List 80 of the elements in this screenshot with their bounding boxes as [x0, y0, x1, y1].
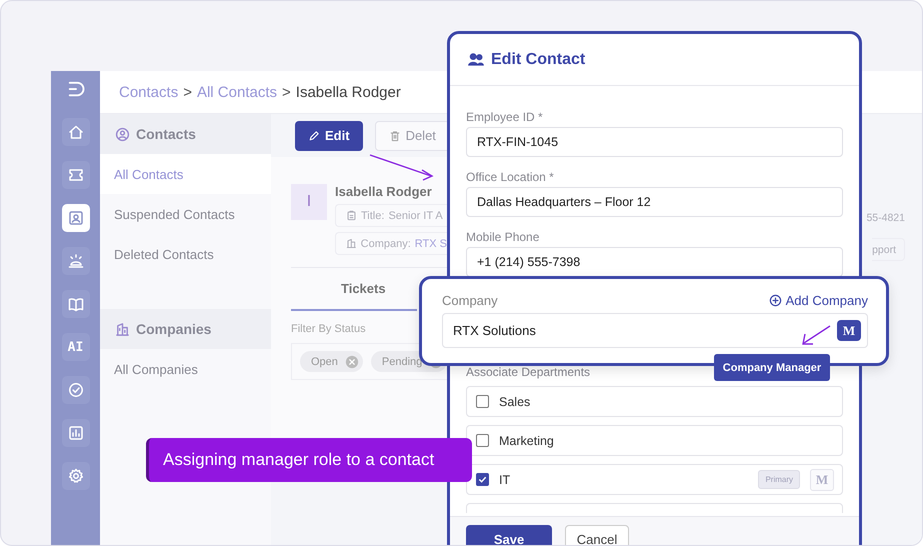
- settings-icon: [68, 468, 84, 484]
- info-label: Company:: [360, 238, 411, 250]
- department-row[interactable]: Marketing: [466, 425, 843, 456]
- rail-button[interactable]: [62, 462, 90, 490]
- field-label: Mobile Phone: [466, 229, 540, 245]
- rail-button[interactable]: [62, 204, 90, 232]
- rail-button[interactable]: [62, 290, 90, 318]
- users-icon: [467, 50, 485, 68]
- trash-icon: [388, 130, 401, 142]
- rail-button[interactable]: [62, 118, 90, 146]
- contact-name: Isabella Rodger: [335, 184, 433, 199]
- cancel-button[interactable]: Cancel: [565, 525, 629, 545]
- rail-button[interactable]: [62, 247, 90, 275]
- rail-button[interactable]: [62, 161, 90, 189]
- primary-tag: Primary: [758, 470, 800, 489]
- info-chip: pport: [872, 238, 905, 261]
- field-label: Associate Departments: [466, 364, 590, 380]
- pointer-arrow: [802, 325, 830, 345]
- department-row[interactable]: Sales: [466, 386, 843, 417]
- nav-item[interactable]: All Contacts: [100, 154, 271, 194]
- id-badge-icon: [346, 210, 357, 221]
- info-label: Title:: [361, 210, 384, 222]
- checkbox[interactable]: [476, 434, 489, 447]
- filter-label: Filter By Status: [291, 323, 367, 335]
- caption-banner: Assigning manager role to a contact: [146, 438, 472, 482]
- ai-rail-button[interactable]: AI: [62, 333, 90, 361]
- check-circle-icon: [68, 382, 84, 398]
- ticket-icon: [68, 167, 84, 183]
- info-text: 55-4821: [866, 210, 905, 226]
- nav-item[interactable]: All Companies: [100, 349, 271, 389]
- sun-icon: [68, 253, 84, 269]
- input-field[interactable]: +1 (214) 555-7398: [466, 247, 843, 277]
- dialog-title: Edit Contact: [491, 50, 586, 68]
- chart-icon: [68, 425, 84, 441]
- rail-button[interactable]: [62, 419, 90, 447]
- nav-item[interactable]: Deleted Contacts: [100, 234, 271, 274]
- department-label: Sales: [499, 394, 530, 408]
- status-chip[interactable]: Open: [300, 351, 363, 372]
- tooltip: Company Manager: [714, 354, 830, 381]
- breadcrumb-link[interactable]: All Contacts: [196, 84, 278, 100]
- rail-button[interactable]: [62, 376, 90, 404]
- breadcrumb-current: Isabella Rodger: [296, 84, 401, 100]
- avatar: I: [291, 184, 327, 220]
- checkbox[interactable]: [476, 395, 489, 408]
- pointer-arrow: [370, 154, 434, 181]
- company-field[interactable]: RTX Solutions M: [442, 313, 868, 348]
- home-icon: [68, 124, 84, 140]
- checkbox[interactable]: [476, 473, 489, 486]
- status-label: Open: [311, 356, 338, 368]
- info-value: Senior IT A: [388, 210, 443, 222]
- field-value: RTX Solutions: [453, 323, 536, 338]
- building-icon: [115, 322, 130, 336]
- nav-item[interactable]: Suspended Contacts: [100, 194, 271, 234]
- breadcrumb-link[interactable]: Contacts: [119, 84, 178, 100]
- plus-circle-icon: [768, 294, 782, 307]
- breadcrumb-separator: >: [183, 84, 192, 100]
- add-company-link[interactable]: Add Company: [768, 293, 868, 308]
- edit-button[interactable]: Edit: [295, 120, 363, 150]
- company-link[interactable]: RTX S: [414, 238, 447, 250]
- building-icon: [346, 238, 357, 249]
- department-row[interactable]: IT Primary M: [466, 464, 843, 495]
- delete-button[interactable]: Delet: [374, 120, 447, 150]
- tab[interactable]: Tickets: [291, 268, 417, 311]
- status-label: Pending: [382, 356, 422, 368]
- department-label: Marketing: [499, 434, 554, 448]
- field-label: Employee ID *: [466, 109, 543, 125]
- nav-section-title: Contacts: [136, 126, 196, 142]
- field-label: Company: [442, 293, 498, 308]
- pencil-icon: [308, 130, 320, 142]
- manager-toggle[interactable]: M: [837, 320, 861, 341]
- input-field[interactable]: RTX-FIN-1045: [466, 127, 843, 157]
- save-button[interactable]: Save: [466, 525, 552, 545]
- input-field[interactable]: Dallas Headquarters – Floor 12: [466, 187, 843, 217]
- field-label: Office Location *: [466, 169, 554, 185]
- book-icon: [68, 296, 84, 312]
- contact-card-icon: [68, 210, 84, 226]
- department-label: IT: [499, 472, 510, 486]
- user-circle-icon: [115, 126, 130, 142]
- nav-section-title: Companies: [136, 321, 212, 337]
- breadcrumb-separator: >: [282, 84, 291, 100]
